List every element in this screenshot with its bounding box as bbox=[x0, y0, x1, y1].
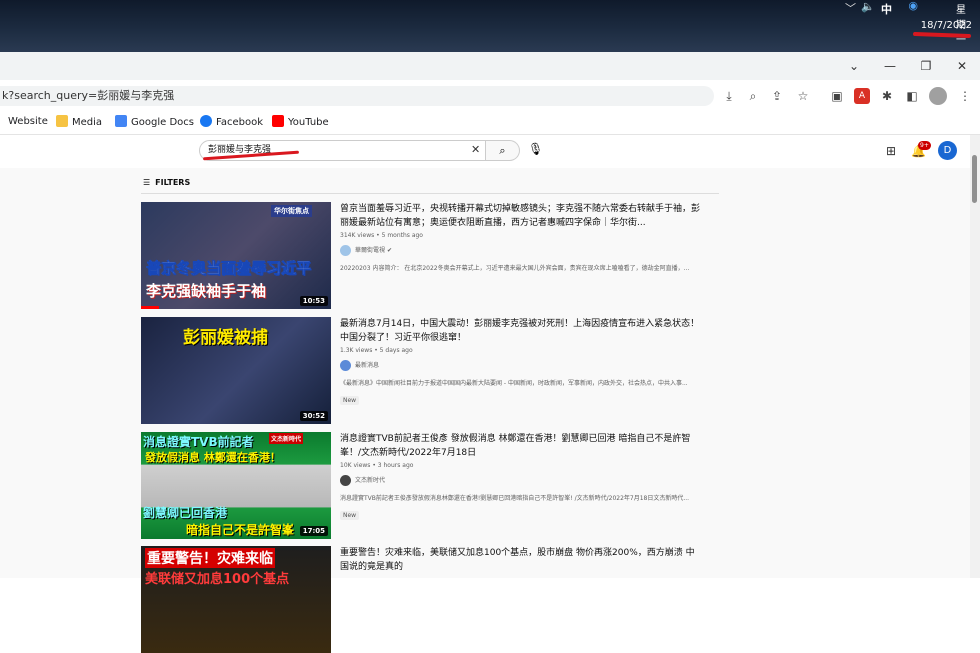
bookmark-facebook[interactable]: Facebook bbox=[200, 115, 263, 129]
bookmark-star-icon[interactable]: ☆ bbox=[792, 85, 814, 107]
youtube-header: 彭丽媛与李克强 ✕ ⌕ 🎙 ⊞ 🔔 bbox=[0, 135, 980, 168]
video-duration: 30:52 bbox=[299, 411, 328, 421]
video-stats: 314K views • 5 months ago bbox=[340, 232, 423, 239]
video-title[interactable]: 曾京当面羞辱习近平，央视转播开幕式切掉敏感镜头；李克强不随六常委右转献手于袖，彭… bbox=[340, 202, 700, 230]
thumbnail-text: 普京冬奥当面羞辱习近平 bbox=[146, 259, 312, 278]
puzzle-extensions-icon[interactable]: ✱ bbox=[876, 85, 898, 107]
bookmark-label: Facebook bbox=[216, 117, 263, 128]
bookmark-google-docs[interactable]: Google Docs bbox=[115, 115, 194, 129]
restore-button[interactable]: ❐ bbox=[908, 52, 944, 80]
account-avatar[interactable]: D bbox=[938, 141, 957, 160]
channel-name[interactable]: 文杰新时代 bbox=[355, 477, 385, 484]
thumbnail-text: 發放假消息 林鄭還在香港！ bbox=[145, 451, 281, 464]
channel-row[interactable]: 文杰新时代 bbox=[340, 475, 700, 487]
install-icon[interactable]: ⤓ bbox=[718, 85, 740, 107]
close-button[interactable]: ✕ bbox=[944, 52, 980, 80]
extension-icon[interactable]: ▣ bbox=[826, 85, 848, 107]
channel-avatar[interactable] bbox=[340, 360, 351, 371]
bookmarks-bar: Website Media Google Docs Facebook YouTu… bbox=[0, 110, 980, 135]
filters-label: FILTERS bbox=[155, 178, 191, 187]
video-meta: 消息證實TVB前記者王俊彥 發放假消息 林鄭還在香港！劉慧卿已回港 暗指自己不是… bbox=[340, 432, 700, 521]
video-thumbnail[interactable]: 重要警告！灾难来临 美联储又加息100个基点 bbox=[141, 546, 331, 653]
facebook-icon bbox=[200, 115, 212, 127]
share-icon[interactable]: ⇪ bbox=[766, 85, 788, 107]
search-icon: ⌕ bbox=[499, 144, 506, 157]
search-input[interactable]: 彭丽媛与李克强 bbox=[199, 140, 486, 161]
docs-icon bbox=[115, 115, 127, 127]
new-badge: New bbox=[340, 396, 360, 405]
video-meta: 曾京当面羞辱习近平，央视转播开幕式切掉敏感镜头；李克强不随六常委右转献手于袖，彭… bbox=[340, 202, 700, 272]
video-title[interactable]: 重要警告！灾难来临，美联储又加息100个基点，股市崩盘 物价再涨200%，西方崩… bbox=[340, 546, 700, 574]
video-thumbnail[interactable]: 华尔街焦点 普京冬奥当面羞辱习近平 李克强缺袖手于袖 10:53 bbox=[141, 202, 331, 309]
channel-name[interactable]: 最新消息 bbox=[355, 362, 379, 369]
new-badge: New bbox=[340, 511, 360, 520]
minimize-button[interactable]: — bbox=[872, 52, 908, 80]
bookmark-label: Website bbox=[8, 116, 48, 127]
video-stats: 1.3K views • 5 days ago bbox=[340, 347, 413, 354]
create-video-icon[interactable]: ⊞ bbox=[886, 144, 896, 158]
profile-avatar[interactable] bbox=[929, 87, 947, 105]
thumbnail-text: 重要警告！灾难来临 bbox=[145, 548, 275, 568]
thumbnail-tag: 文杰新時代 bbox=[269, 433, 304, 444]
bookmark-label: Google Docs bbox=[131, 117, 194, 128]
search-results: ☰ FILTERS 华尔街焦点 普京冬奥当面羞辱习近平 李克强缺袖手于袖 10:5… bbox=[0, 168, 970, 653]
channel-avatar[interactable] bbox=[340, 245, 351, 256]
browser-titlebar: ⌄ — ❐ ✕ bbox=[0, 52, 980, 80]
channel-name[interactable]: 華爾街電視 bbox=[355, 247, 385, 254]
video-meta: 重要警告！灾难来临，美联储又加息100个基点，股市崩盘 物价再涨200%，西方崩… bbox=[340, 546, 700, 574]
pdf-extension-icon[interactable]: A bbox=[854, 88, 870, 104]
clear-search-icon[interactable]: ✕ bbox=[471, 143, 480, 156]
video-meta: 最新消息7月14日，中国大震动！彭丽媛李克强被对死刑！上海因疫情宣布进入紧急状态… bbox=[340, 317, 700, 406]
bookmark-youtube[interactable]: YouTube bbox=[272, 115, 329, 129]
address-bar-row: k?search_query=彭丽媛与李克强 ⤓ ⌕ ⇪ ☆ ▣ A ✱ ◧ ⋮ bbox=[0, 80, 980, 110]
notification-count-badge: 9+ bbox=[918, 141, 931, 150]
filters-button[interactable]: ☰ FILTERS bbox=[143, 178, 190, 187]
side-panel-icon[interactable]: ◧ bbox=[901, 85, 923, 107]
channel-row[interactable]: 最新消息 bbox=[340, 360, 700, 372]
zoom-icon[interactable]: ⌕ bbox=[742, 85, 764, 107]
watch-progress-bar bbox=[141, 306, 159, 309]
bookmark-label: YouTube bbox=[288, 117, 329, 128]
thumbnail-tag: 华尔街焦点 bbox=[271, 205, 312, 217]
thumbnail-text: 暗指自己不是許智峯 bbox=[186, 523, 295, 537]
messenger-icon[interactable]: ◉ bbox=[908, 0, 918, 12]
annotation-underline bbox=[912, 31, 972, 39]
scrollbar-thumb[interactable] bbox=[972, 155, 977, 203]
video-description: 消息證實TVB前記者王俊彥發放假消息林鄭還在香港!劉慧卿已回港暗指自己不是許智峯… bbox=[340, 495, 690, 502]
verified-check-icon: ✔ bbox=[386, 247, 392, 254]
ime-indicator[interactable]: 中 bbox=[881, 1, 892, 17]
video-description: 《最新消息》中国新闻社目前力于报道中国国内最新大陆要闻 - 中国新闻，时政新闻，… bbox=[340, 380, 688, 387]
video-title[interactable]: 最新消息7月14日，中国大震动！彭丽媛李克强被对死刑！上海因疫情宣布进入紧急状态… bbox=[340, 317, 700, 345]
thumbnail-text: 劉慧卿已回香港 bbox=[143, 506, 228, 520]
thumbnail-text: 消息證實TVB前記者 bbox=[143, 435, 254, 449]
search-button[interactable]: ⌕ bbox=[486, 140, 520, 161]
channel-avatar[interactable] bbox=[340, 475, 351, 486]
video-thumbnail[interactable]: 文杰新時代 消息證實TVB前記者 發放假消息 林鄭還在香港！ 劉慧卿已回香港 暗… bbox=[141, 432, 331, 539]
bookmark-media[interactable]: Media bbox=[56, 115, 102, 129]
thumbnail-text: 李克强缺袖手于袖 bbox=[146, 282, 267, 300]
clock-date[interactable]: 18/7/2022 bbox=[921, 20, 972, 31]
voice-search-icon[interactable]: 🎙 bbox=[528, 142, 543, 156]
youtube-icon bbox=[272, 115, 284, 127]
url-field[interactable]: k?search_query=彭丽媛与李克强 bbox=[0, 86, 714, 106]
chevron-up-icon[interactable]: ﹀ bbox=[845, 0, 856, 16]
video-description: 20220203 内容简介： 在北京2022冬奥会开幕式上，习近平遭来最大国儿外… bbox=[340, 265, 690, 272]
video-thumbnail[interactable]: 彭丽媛被捕 30:52 bbox=[141, 317, 331, 424]
page-scrollbar[interactable] bbox=[970, 135, 980, 578]
bookmark-website[interactable]: Website bbox=[8, 115, 48, 129]
video-title[interactable]: 消息證實TVB前記者王俊彥 發放假消息 林鄭還在香港！劉慧卿已回港 暗指自己不是… bbox=[340, 432, 700, 460]
channel-row[interactable]: 華爾街電視 ✔ bbox=[340, 245, 700, 257]
video-duration: 10:53 bbox=[299, 296, 328, 306]
folder-icon bbox=[56, 115, 68, 127]
bookmark-label: Media bbox=[72, 117, 103, 128]
tab-search-chevron-icon[interactable]: ⌄ bbox=[836, 52, 872, 80]
windows-taskbar: ﹀ 🔈 中 ◉ 星期一 18/7/2022 bbox=[0, 0, 980, 52]
filter-sliders-icon: ☰ bbox=[143, 178, 151, 187]
video-duration: 17:05 bbox=[299, 526, 328, 536]
menu-icon[interactable]: ⋮ bbox=[954, 85, 976, 107]
divider bbox=[141, 193, 719, 194]
thumbnail-text: 彭丽媛被捕 bbox=[183, 328, 268, 348]
video-stats: 10K views • 3 hours ago bbox=[340, 462, 414, 469]
speaker-icon[interactable]: 🔈 bbox=[861, 0, 875, 13]
